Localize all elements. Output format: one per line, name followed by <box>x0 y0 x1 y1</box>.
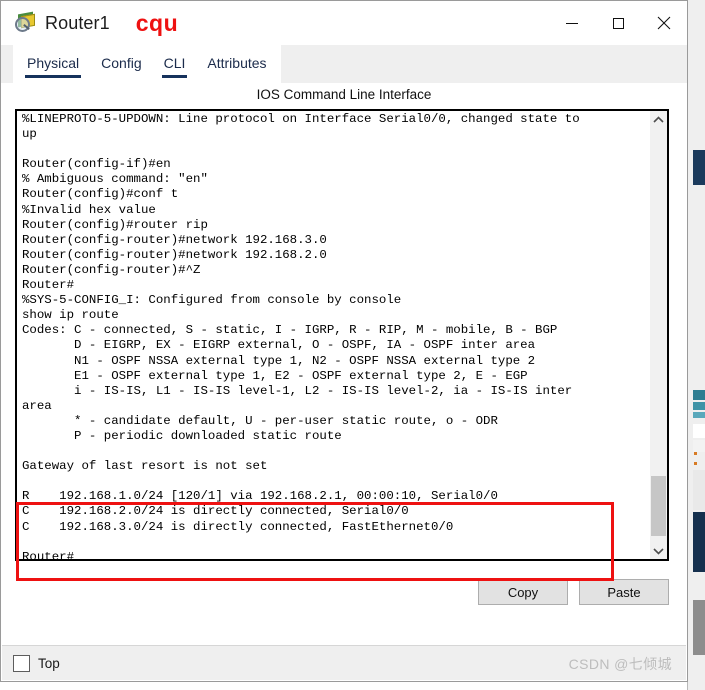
tab-strip-background: Physical Config CLI Attributes <box>1 45 687 83</box>
copy-button[interactable]: Copy <box>478 579 568 605</box>
terminal-line: Router# <box>22 549 75 559</box>
terminal-line: N1 - OSPF NSSA external type 1, N2 - OSP… <box>22 353 536 368</box>
tab-cli[interactable]: CLI <box>161 49 188 80</box>
background-dot <box>694 462 697 465</box>
terminal-line: show ip route <box>22 308 119 323</box>
close-icon[interactable] <box>641 1 687 45</box>
background-band <box>693 424 705 438</box>
clipboard-button-row: Copy Paste <box>478 579 669 605</box>
cli-panel: IOS Command Line Interface %LINEPROTO-5-… <box>2 83 686 645</box>
terminal-line: area <box>22 398 52 413</box>
terminal-line: Router(config)#router rip <box>22 217 208 232</box>
terminal-line: R 192.168.1.0/24 [120/1] via 192.168.2.1… <box>22 489 498 504</box>
tab-config[interactable]: Config <box>99 49 143 80</box>
terminal-line: Router# <box>22 278 75 293</box>
terminal-line: up <box>22 127 37 142</box>
terminal-line: Router(config-router)#network 192.168.3.… <box>22 232 327 247</box>
terminal-line: i - IS-IS, L1 - IS-IS level-1, L2 - IS-I… <box>22 383 573 398</box>
background-band <box>693 150 705 185</box>
terminal-line: Router(config-if)#en <box>22 157 171 172</box>
background-band <box>693 440 705 452</box>
terminal-output[interactable]: %LINEPROTO-5-UPDOWN: Line protocol on In… <box>17 111 649 559</box>
watermark: CSDN @七倾城 <box>568 656 672 672</box>
paste-button[interactable]: Paste <box>579 579 669 605</box>
tab-attributes[interactable]: Attributes <box>205 49 268 80</box>
window-title: Router1 <box>45 12 110 33</box>
background-band <box>693 402 705 410</box>
terminal-frame: %LINEPROTO-5-UPDOWN: Line protocol on In… <box>15 109 669 561</box>
background-band <box>693 412 705 418</box>
top-checkbox-label: Top <box>38 655 60 671</box>
terminal-line: E1 - OSPF external type 1, E2 - OSPF ext… <box>22 368 528 383</box>
window-controls <box>549 1 687 45</box>
tab-config-label: Config <box>101 54 142 71</box>
terminal-line: D - EIGRP, EX - EIGRP external, O - OSPF… <box>22 338 536 353</box>
chevron-up-icon[interactable] <box>650 111 667 128</box>
chevron-down-icon[interactable] <box>650 542 667 559</box>
background-band <box>693 470 705 510</box>
router-device-icon <box>14 11 38 34</box>
tab-physical[interactable]: Physical <box>25 49 82 80</box>
background-band <box>693 600 705 655</box>
tab-physical-label: Physical <box>27 54 80 71</box>
annotation-label-cqu: cqu <box>135 9 179 36</box>
terminal-line: Codes: C - connected, S - static, I - IG… <box>22 323 558 338</box>
background-dot <box>694 452 697 455</box>
top-checkbox[interactable] <box>13 654 30 672</box>
title-bar: Router1 cqu <box>1 1 687 45</box>
terminal-line: Gateway of last resort is not set <box>22 459 268 474</box>
minimize-icon[interactable] <box>549 1 595 45</box>
terminal-line: %Invalid hex value <box>22 202 156 217</box>
scrollbar-thumb[interactable] <box>651 476 666 536</box>
terminal-line: % Ambiguous command: "en" <box>22 172 208 187</box>
panel-heading: IOS Command Line Interface <box>256 87 432 102</box>
terminal-line: Router(config)#conf t <box>22 187 179 202</box>
router-cli-window: Router1 cqu Physical Config CLI Attribut… <box>0 0 688 682</box>
terminal-line: Router(config-router)#network 192.168.2.… <box>22 247 327 262</box>
tab-cli-label: CLI <box>163 54 186 71</box>
terminal-line: %LINEPROTO-5-UPDOWN: Line protocol on In… <box>22 112 580 126</box>
terminal-line: C 192.168.2.0/24 is directly connected, … <box>22 504 409 519</box>
terminal-line: C 192.168.3.0/24 is directly connected, … <box>22 519 454 534</box>
background-band <box>693 390 705 400</box>
terminal-line: Router(config-router)#^Z <box>22 262 201 277</box>
terminal-line: %SYS-5-CONFIG_I: Configured from console… <box>22 293 402 308</box>
status-bar: Top CSDN @七倾城 <box>2 645 686 680</box>
terminal-line: P - periodic downloaded static route <box>22 428 342 443</box>
desktop-background <box>687 0 705 690</box>
terminal-scrollbar[interactable] <box>649 111 667 559</box>
tab-strip: Physical Config CLI Attributes <box>13 45 281 83</box>
tab-attributes-label: Attributes <box>207 54 267 71</box>
screen: Router1 cqu Physical Config CLI Attribut… <box>0 0 705 690</box>
maximize-icon[interactable] <box>595 1 641 45</box>
background-band <box>693 512 705 572</box>
terminal-line: * - candidate default, U - per-user stat… <box>22 413 498 428</box>
